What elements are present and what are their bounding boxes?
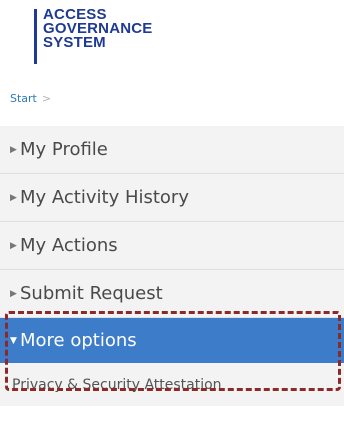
nav-item-label: More options	[20, 330, 137, 351]
nav-item-my-profile[interactable]: ▶ My Profile	[0, 126, 344, 174]
triangle-down-icon: ▼	[10, 335, 17, 346]
sidebar-nav: ▶ My Profile ▶ My Activity History ▶ My …	[0, 126, 344, 406]
logo-text: ACCESS GOVERNANCE SYSTEM	[43, 7, 153, 51]
nav-item-label: My Activity History	[20, 187, 189, 208]
logo-bar	[34, 9, 37, 64]
breadcrumb-separator-icon: >	[41, 92, 52, 105]
nav-item-submit-request[interactable]: ▶ Submit Request	[0, 270, 344, 318]
triangle-right-icon: ▶	[10, 144, 17, 155]
nav-item-more-options[interactable]: ▼ More options	[0, 318, 344, 363]
subnav-item-label: Privacy & Security Attestation	[12, 376, 222, 393]
breadcrumb-start-link[interactable]: Start	[10, 92, 37, 105]
triangle-right-icon: ▶	[10, 288, 17, 299]
nav-item-label: Submit Request	[20, 283, 163, 304]
nav-item-label: My Profile	[20, 139, 108, 160]
triangle-right-icon: ▶	[10, 192, 17, 203]
triangle-right-icon: ▶	[10, 240, 17, 251]
page: ACCESS GOVERNANCE SYSTEM Start > ▶ My Pro…	[0, 0, 344, 421]
nav-item-my-activity-history[interactable]: ▶ My Activity History	[0, 174, 344, 222]
subnav-item-privacy-security-attestation[interactable]: Privacy & Security Attestation	[0, 363, 344, 406]
nav-item-my-actions[interactable]: ▶ My Actions	[0, 222, 344, 270]
nav-item-label: My Actions	[20, 235, 118, 256]
breadcrumb: Start >	[10, 92, 51, 105]
logo-line-3: SYSTEM	[43, 34, 106, 51]
